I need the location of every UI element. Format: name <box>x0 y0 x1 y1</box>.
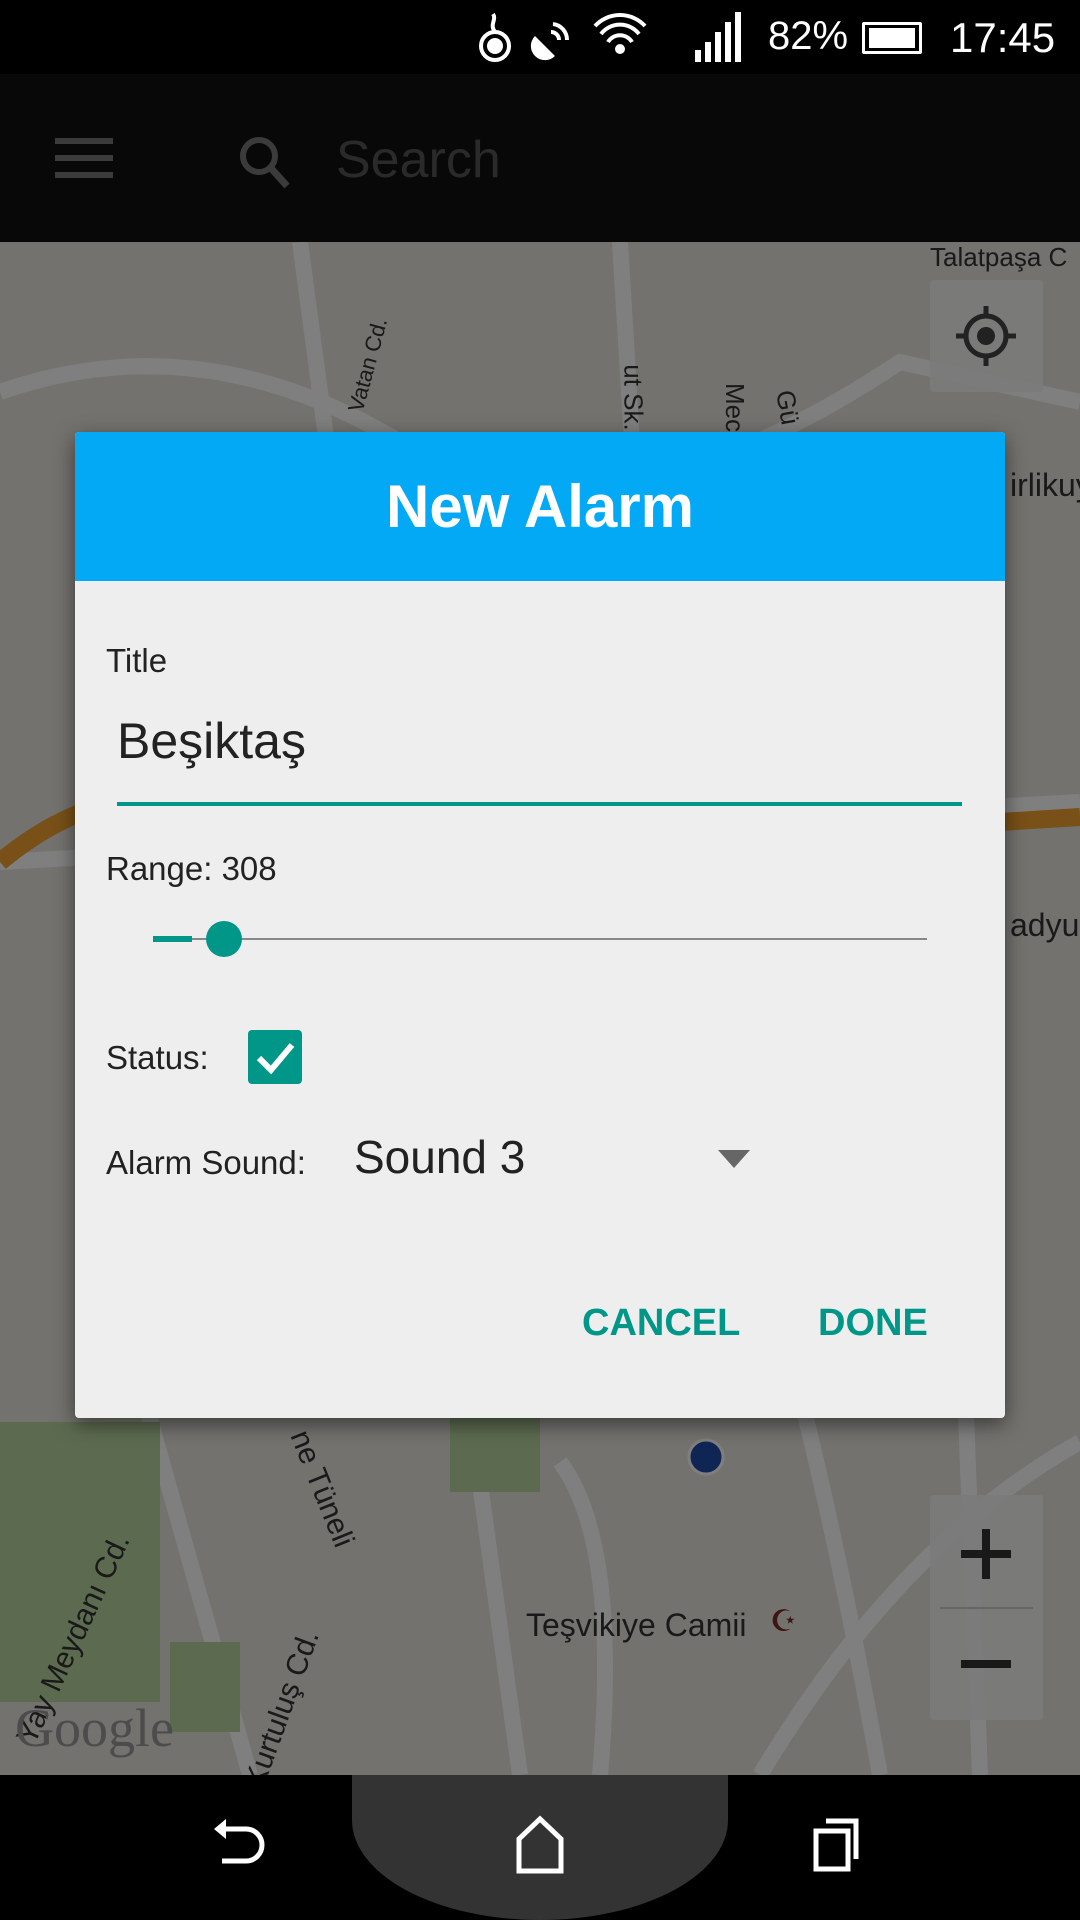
home-icon <box>516 1815 564 1874</box>
cancel-button[interactable]: CANCEL <box>582 1302 740 1345</box>
dropdown-arrow-icon <box>718 1150 750 1168</box>
alarm-sound-dropdown[interactable]: Sound 3 <box>354 1122 764 1202</box>
recents-icon[interactable] <box>810 1815 870 1875</box>
signal-icon <box>695 12 741 62</box>
hotspot-icon <box>479 12 511 62</box>
checkmark-icon <box>256 1043 295 1075</box>
status-checkbox[interactable] <box>248 1030 302 1084</box>
slider-thumb[interactable] <box>205 921 242 957</box>
back-icon[interactable] <box>210 1815 270 1875</box>
home-button[interactable] <box>352 1775 728 1920</box>
wifi-icon <box>593 13 647 54</box>
range-label: Range: 308 <box>106 850 277 887</box>
satellite-icon <box>530 22 570 61</box>
status-bar: 82% 17:45 <box>0 0 1080 74</box>
battery-icon <box>862 22 922 54</box>
alarm-sound-label: Alarm Sound: <box>106 1144 306 1181</box>
title-label: Title <box>106 642 168 679</box>
new-alarm-dialog: New Alarm Title Beşiktaş Range: 308 Stat… <box>75 432 1005 1418</box>
battery-percent: 82% <box>768 14 849 58</box>
dialog-title: New Alarm <box>75 432 1005 581</box>
status-icons <box>479 12 741 62</box>
alarm-sound-value: Sound 3 <box>354 1131 526 1183</box>
status-label: Status: <box>106 1039 209 1076</box>
range-slider[interactable] <box>153 917 927 961</box>
title-input-value: Beşiktaş <box>117 713 306 769</box>
title-input[interactable]: Beşiktaş <box>117 712 962 806</box>
navigation-bar <box>0 1775 1080 1920</box>
clock: 17:45 <box>950 14 1056 61</box>
done-button[interactable]: DONE <box>818 1302 928 1345</box>
